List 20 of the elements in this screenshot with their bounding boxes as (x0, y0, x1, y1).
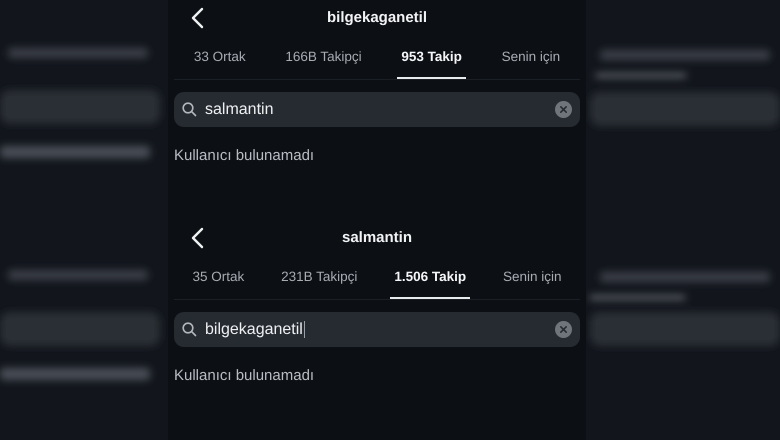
profile-title: salmantin (342, 228, 412, 248)
tab[interactable]: 231B Takipçi (277, 254, 362, 299)
tab[interactable]: Senin için (498, 34, 564, 79)
profile-title: bilgekaganetil (326, 8, 428, 28)
tab[interactable]: Senin için (499, 254, 566, 299)
search-icon (182, 102, 197, 117)
back-icon[interactable] (190, 7, 204, 29)
back-icon[interactable] (190, 227, 204, 249)
tab[interactable]: 953 Takip (397, 34, 466, 79)
empty-message: Kullanıcı bulunamadı (174, 146, 316, 166)
search-field[interactable]: salmantin (174, 92, 580, 127)
tab[interactable]: 33 Ortak (190, 34, 250, 79)
clear-icon[interactable] (555, 321, 572, 338)
search-field[interactable]: bilgekaganetil (174, 312, 580, 347)
clear-icon[interactable] (555, 101, 572, 118)
tab[interactable]: 35 Ortak (188, 254, 248, 299)
tab[interactable]: 1.506 Takip (390, 254, 470, 299)
search-icon (182, 322, 197, 337)
empty-message: Kullanıcı bulunamadı (174, 366, 316, 386)
tab[interactable]: 166B Takipçi (281, 34, 366, 79)
